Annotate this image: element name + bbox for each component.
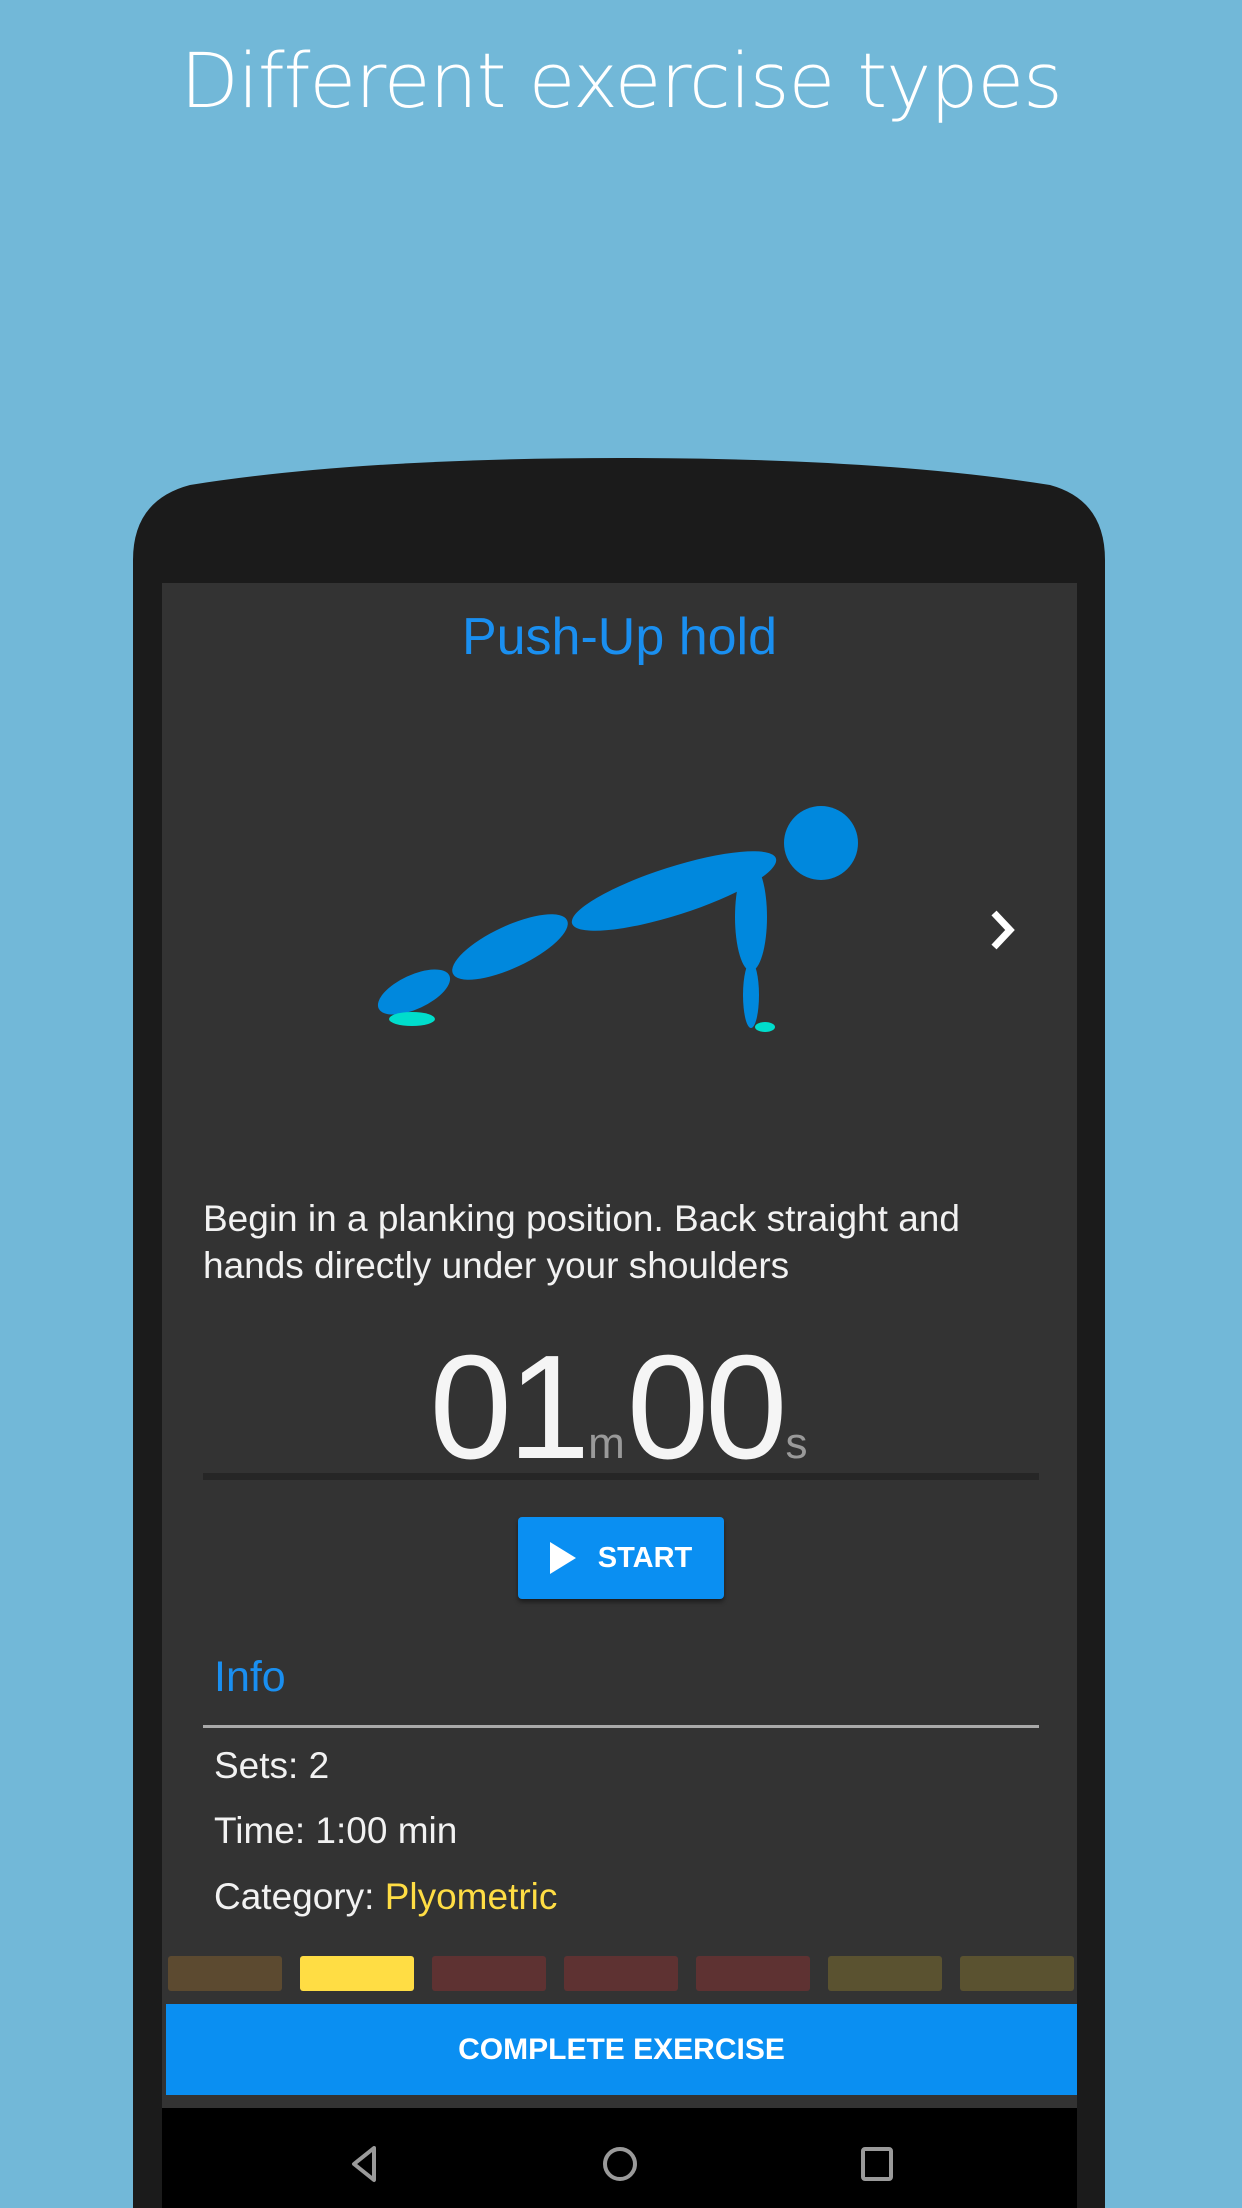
home-icon[interactable]	[600, 2144, 640, 2184]
system-nav-bar	[162, 2108, 1077, 2208]
info-sets: Sets: 2	[214, 1745, 330, 1786]
timer-seconds: 00	[626, 1325, 788, 1490]
category-label: Category:	[214, 1876, 385, 1917]
progress-block	[828, 1956, 942, 1991]
timer-divider	[203, 1473, 1039, 1480]
progress-block	[696, 1956, 810, 1991]
progress-block	[960, 1956, 1074, 1991]
timer-display: 01m00s	[162, 1323, 1077, 1493]
figure-hand	[755, 1022, 775, 1032]
figure-head	[784, 806, 858, 880]
start-label: START	[597, 1541, 693, 1574]
timer-minutes-unit: m	[588, 1419, 625, 1468]
chevron-right-icon[interactable]	[982, 905, 1022, 955]
progress-block-current	[300, 1956, 414, 1991]
figure-foot	[389, 1012, 435, 1026]
start-button[interactable]: START	[518, 1517, 724, 1599]
complete-exercise-button[interactable]: COMPLETE EXERCISE	[166, 2004, 1077, 2095]
progress-block	[432, 1956, 546, 1991]
info-time: Time: 1:00 min	[214, 1810, 458, 1851]
progress-block	[564, 1956, 678, 1991]
figure-thigh	[452, 914, 568, 980]
back-icon[interactable]	[344, 2144, 384, 2184]
progress-block	[168, 1956, 282, 1991]
recents-icon[interactable]	[857, 2144, 897, 2184]
exercise-illustration	[377, 806, 858, 1032]
timer-seconds-unit: s	[785, 1419, 808, 1468]
info-divider	[203, 1725, 1039, 1728]
category-value: Plyometric	[384, 1876, 558, 1917]
app-screen: Push-Up hold Begin in a planking positio…	[162, 583, 1077, 2108]
figure-forearm	[743, 962, 759, 1028]
info-category: Category: Plyometric	[214, 1876, 557, 1918]
figure-upper-arm	[735, 863, 767, 971]
info-heading: Info	[214, 1653, 286, 1701]
exercise-description: Begin in a planking position. Back strai…	[203, 1198, 960, 1286]
timer-minutes: 01	[429, 1325, 591, 1490]
play-icon	[549, 1542, 576, 1574]
exercise-progress	[168, 1956, 1083, 1992]
